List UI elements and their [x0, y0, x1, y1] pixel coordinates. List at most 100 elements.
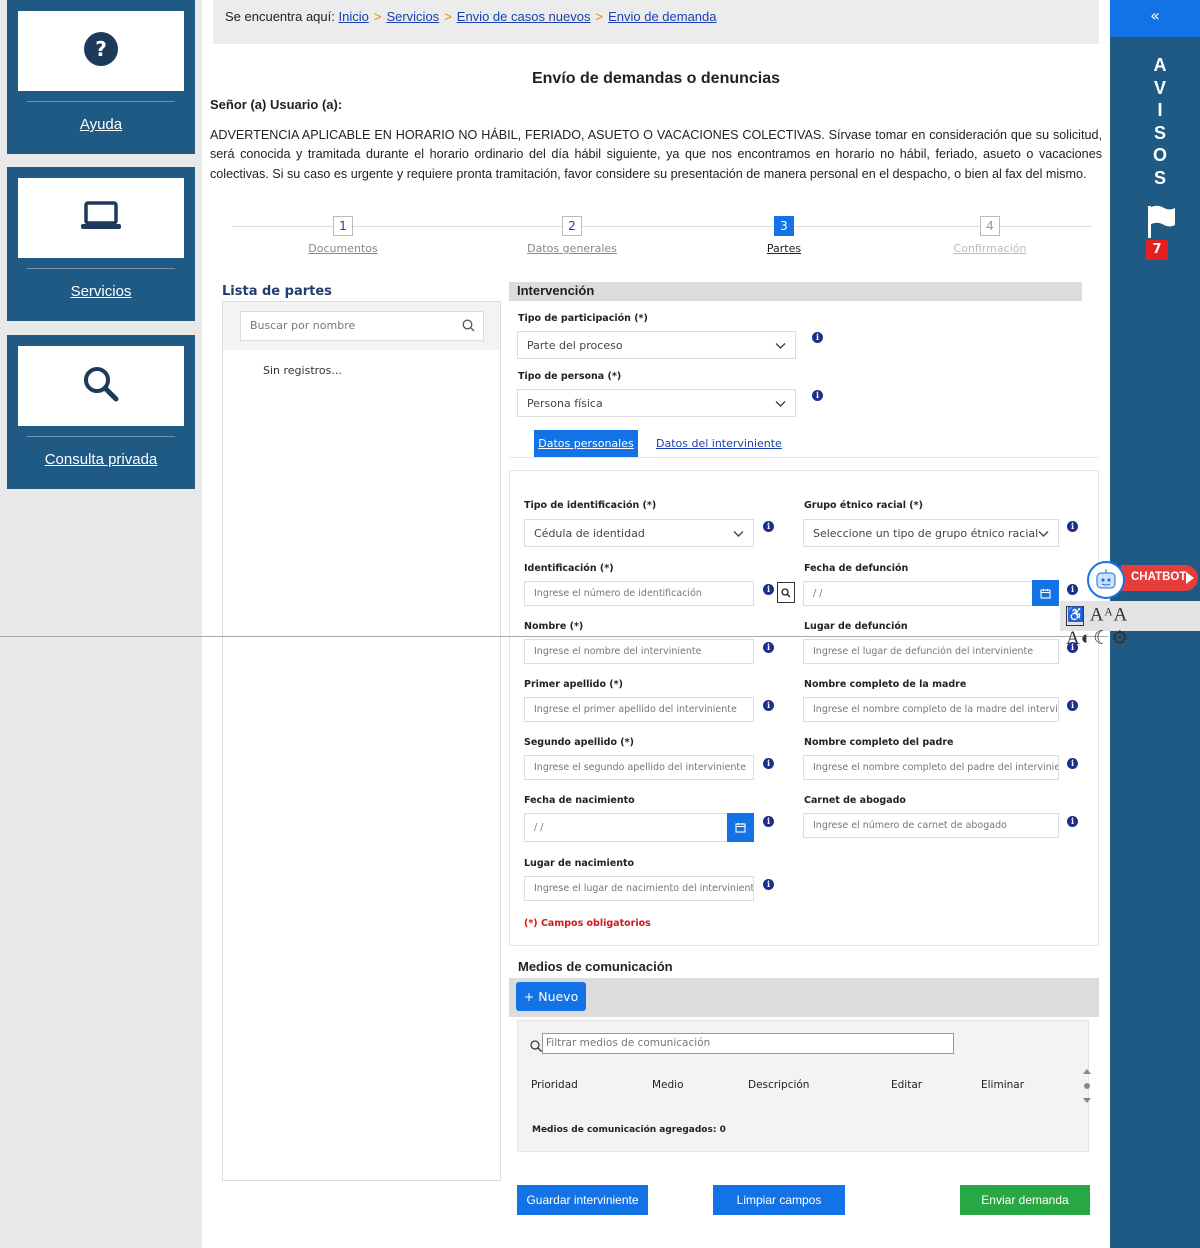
tab-datos-personales[interactable]: Datos personales [534, 430, 638, 457]
step-confirmacion: 4 Confirmación [930, 215, 1050, 255]
info-icon[interactable]: i [763, 879, 774, 890]
calendar-icon [1040, 584, 1051, 603]
chevron-down-icon [733, 528, 744, 541]
step-documentos[interactable]: 1 Documentos [283, 215, 403, 255]
info-icon[interactable]: i [1067, 700, 1078, 711]
chevron-down-icon [1038, 528, 1049, 541]
info-icon[interactable]: i [1067, 584, 1078, 595]
step-datos-generales[interactable]: 2 Datos generales [512, 215, 632, 255]
main-content: Se encuentra aquí: Inicio > Servicios > Envi… [202, 0, 1110, 1248]
intervencion-title: Intervención [509, 282, 1082, 301]
sidebar-item-servicios[interactable]: Servicios [7, 167, 195, 321]
column-header: Eliminar [981, 1079, 1025, 1091]
required-note: (*) Campos obligatorios [524, 918, 651, 929]
madre-input[interactable]: Ingrese el nombre completo de la madre d… [803, 697, 1059, 722]
partes-search-input[interactable]: Buscar por nombre [240, 311, 484, 341]
chatbot-button[interactable]: CHATBOT [1121, 565, 1198, 591]
info-icon[interactable]: i [763, 816, 774, 827]
lugar-nac-input[interactable]: Ingrese el lugar de nacimiento del inter… [524, 876, 754, 901]
column-header: Editar [891, 1079, 923, 1091]
medios-toolbar [509, 978, 1099, 1017]
fecha-nac-input[interactable]: / / [524, 813, 729, 842]
breadcrumb-inicio[interactable]: Inicio [338, 9, 368, 24]
nombre-input[interactable]: Ingrese el nombre del interviniente [524, 639, 754, 664]
info-icon[interactable]: i [763, 758, 774, 769]
scrollbar[interactable] [1083, 1069, 1091, 1107]
identificacion-input[interactable]: Ingrese el número de identificación [524, 581, 754, 606]
participacion-label: Tipo de participación (*) [518, 313, 648, 324]
breadcrumb: Se encuentra aquí: Inicio > Servicios > Envi… [213, 0, 1099, 44]
identificacion-label: Identificación (*) [524, 563, 614, 574]
tab-datos-interviniente[interactable]: Datos del interviniente [656, 430, 782, 457]
lugar-nac-label: Lugar de nacimiento [524, 858, 635, 869]
carnet-label: Carnet de abogado [804, 795, 906, 806]
search-icon [530, 1037, 542, 1056]
breadcrumb-servicios[interactable]: Servicios [386, 9, 439, 24]
persona-select[interactable]: Persona física [517, 389, 796, 417]
medios-table: Filtrar medios de comunicación Prioridad… [517, 1020, 1091, 1152]
info-icon[interactable]: i [1067, 816, 1078, 827]
participacion-select[interactable]: Parte del proceso [517, 331, 796, 359]
fecha-def-input[interactable]: / / [803, 581, 1033, 606]
search-id-button[interactable] [777, 582, 795, 603]
step-partes[interactable]: 3 Partes [724, 215, 844, 255]
info-icon[interactable]: i [763, 584, 774, 595]
enviar-demanda-button[interactable]: Enviar demanda [960, 1185, 1090, 1215]
chevron-down-icon [775, 398, 786, 411]
calendar-button[interactable] [727, 813, 754, 842]
left-sidebar: ? Ayuda Servicios Consulta privada [0, 0, 202, 1248]
laptop-icon [79, 200, 123, 236]
sidebar-item-label[interactable]: Servicios [7, 283, 195, 300]
info-icon[interactable]: i [1067, 521, 1078, 532]
breadcrumb-envio-casos[interactable]: Envio de casos nuevos [457, 9, 591, 24]
bot-avatar-icon[interactable] [1087, 561, 1125, 599]
info-icon[interactable]: i [812, 390, 823, 401]
medios-count: Medios de comunicación agregados: 0 [532, 1125, 726, 1135]
tipo-id-select[interactable]: Cédula de identidad [524, 519, 754, 547]
accessibility-toolbar[interactable]: ♿ AᴬA A◐☾⚙ [1060, 601, 1200, 649]
info-icon[interactable]: i [1067, 758, 1078, 769]
wheelchair-icon[interactable]: ♿ [1066, 605, 1084, 626]
guardar-interviniente-button[interactable]: Guardar interviniente [517, 1185, 648, 1215]
madre-label: Nombre completo de la madre [804, 679, 967, 690]
column-header[interactable]: Prioridad [531, 1079, 578, 1091]
play-icon [1186, 572, 1194, 587]
nombre-label: Nombre (*) [524, 621, 584, 632]
search-icon [462, 319, 475, 335]
nuevo-button[interactable]: + Nuevo [516, 982, 586, 1011]
collapse-button[interactable]: « [1110, 0, 1200, 37]
tipo-id-label: Tipo de identificación (*) [524, 500, 657, 511]
info-icon[interactable]: i [763, 700, 774, 711]
fecha-nac-label: Fecha de nacimiento [524, 795, 635, 806]
grupo-etnico-label: Grupo étnico racial (*) [804, 500, 923, 511]
sidebar-item-consulta-privada[interactable]: Consulta privada [7, 335, 195, 489]
padre-input[interactable]: Ingrese el nombre completo del padre del… [803, 755, 1059, 780]
apellido1-label: Primer apellido (*) [524, 679, 623, 690]
limpiar-campos-button[interactable]: Limpiar campos [713, 1185, 845, 1215]
padre-label: Nombre completo del padre [804, 737, 954, 748]
column-header[interactable]: Medio [652, 1079, 684, 1091]
info-icon[interactable]: i [812, 332, 823, 343]
sidebar-item-label[interactable]: Ayuda [7, 116, 195, 133]
breadcrumb-envio-demanda[interactable]: Envio de demanda [608, 9, 716, 24]
medios-filter-input[interactable]: Filtrar medios de comunicación [542, 1033, 954, 1054]
lugar-def-label: Lugar de defunción [804, 621, 908, 632]
carnet-input[interactable]: Ingrese el número de carnet de abogado [803, 813, 1059, 838]
apellido2-input[interactable]: Ingrese el segundo apellido del intervin… [524, 755, 754, 780]
info-icon[interactable]: i [763, 642, 774, 653]
avisos-count-badge: 7 [1146, 240, 1168, 260]
svg-text:?: ? [95, 37, 107, 61]
page-title: Envío de demandas o denuncias [531, 70, 781, 87]
info-icon[interactable]: i [763, 521, 774, 532]
grupo-etnico-select[interactable]: Seleccione un tipo de grupo étnico racia… [803, 519, 1059, 547]
calendar-button[interactable] [1032, 580, 1059, 606]
sidebar-item-ayuda[interactable]: ? Ayuda [7, 0, 195, 154]
lugar-def-input[interactable]: Ingrese el lugar de defunción del interv… [803, 639, 1059, 664]
sidebar-item-label[interactable]: Consulta privada [7, 451, 195, 468]
flag-icon[interactable] [1146, 205, 1176, 243]
apellido2-label: Segundo apellido (*) [524, 737, 634, 748]
column-header[interactable]: Descripción [748, 1079, 809, 1091]
search-icon [781, 583, 791, 602]
greeting: Señor (a) Usuario (a): [210, 97, 343, 112]
apellido1-input[interactable]: Ingrese el primer apellido del intervini… [524, 697, 754, 722]
